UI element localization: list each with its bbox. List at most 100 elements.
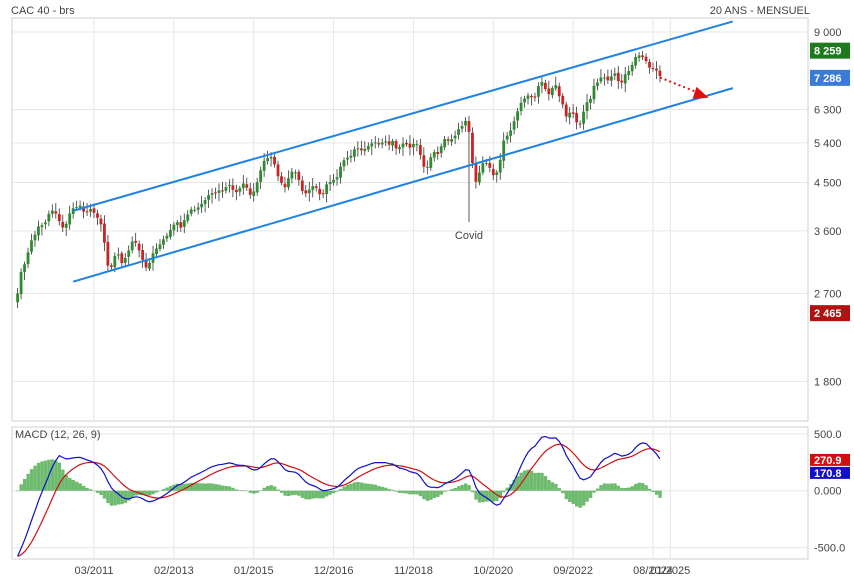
candle-body — [373, 142, 377, 144]
candle-body — [186, 214, 190, 221]
macd-histogram-bar — [651, 490, 655, 492]
macd-histogram-bar — [238, 490, 242, 491]
candle-body — [554, 85, 558, 89]
macd-histogram-bar — [484, 490, 489, 502]
candle-body — [453, 135, 457, 139]
macd-histogram-bar — [540, 472, 544, 491]
candle-body — [200, 203, 204, 208]
macd-histogram-bar — [158, 490, 162, 492]
macd-histogram-bar — [241, 490, 246, 491]
candle-body — [127, 250, 131, 257]
candle-body — [165, 235, 169, 239]
macd-histogram-bar — [307, 490, 312, 500]
macd-histogram-bar — [620, 488, 624, 491]
macd-histogram-bar — [16, 490, 20, 492]
candle-body — [620, 80, 624, 83]
candle-body — [175, 222, 179, 225]
candle-body — [335, 177, 339, 180]
candle-body — [290, 171, 294, 179]
candle-body — [648, 61, 651, 68]
macd-histogram-bar — [206, 483, 211, 491]
candle-body — [526, 95, 530, 99]
candle-body — [210, 193, 214, 195]
macd-histogram-bar — [529, 470, 534, 491]
candle-body — [422, 155, 426, 167]
macd-value-label: 270.9 — [814, 455, 842, 467]
y-tick-label: 6 300 — [814, 104, 842, 116]
macd-histogram-bar — [297, 490, 301, 496]
candle-body — [564, 104, 568, 117]
candle-body — [446, 139, 450, 141]
candle-body — [238, 188, 242, 192]
macd-histogram-bar — [321, 490, 325, 499]
candle-body — [609, 76, 613, 81]
macd-histogram-bar — [397, 490, 402, 493]
macd-histogram-bar — [467, 485, 471, 491]
candle-body — [99, 218, 103, 225]
macd-histogram-bar — [217, 484, 221, 491]
macd-histogram-bar — [436, 490, 440, 497]
candle-body — [293, 172, 297, 174]
macd-histogram-bar — [536, 472, 541, 491]
candle-body — [57, 214, 61, 222]
candle-body — [512, 121, 516, 130]
macd-histogram-bar — [213, 484, 218, 491]
candle-body — [221, 190, 224, 192]
macd-histogram-bar — [304, 490, 308, 500]
candle-body — [26, 252, 30, 265]
candle-body — [193, 209, 197, 211]
candle-body — [436, 152, 440, 155]
candle-body — [255, 182, 259, 193]
macd-histogram-bar — [255, 490, 259, 493]
candle-body — [540, 82, 544, 86]
y-tick-label: 9 000 — [814, 27, 842, 39]
macd-histogram-bar — [453, 487, 457, 491]
candle-body — [300, 180, 304, 191]
macd-histogram-bar — [474, 490, 478, 500]
candle-body — [502, 140, 506, 161]
macd-histogram-bar — [300, 490, 305, 498]
candle-body — [252, 191, 256, 196]
candle-body — [550, 88, 554, 96]
macd-histogram-bar — [634, 483, 638, 491]
x-tick-label: 10/2020 — [473, 565, 513, 577]
macd-histogram-bar — [210, 483, 214, 491]
macd-histogram-bar — [196, 483, 200, 491]
candle-body — [380, 142, 384, 145]
macd-histogram-bar — [99, 490, 103, 496]
candle-body — [596, 82, 599, 87]
macd-histogram-bar — [581, 490, 586, 506]
macd-histogram-bar — [269, 485, 273, 491]
macd-histogram-bar — [384, 487, 388, 491]
candle-body — [16, 293, 20, 303]
macd-histogram-bar — [443, 490, 447, 492]
candle-body — [408, 143, 412, 148]
candle-body — [234, 189, 238, 193]
candle-body — [356, 148, 360, 150]
macd-histogram-bar — [547, 480, 551, 491]
macd-histogram-bar — [394, 490, 398, 492]
candle-body — [582, 111, 585, 124]
candle-body — [457, 129, 460, 135]
macd-histogram-bar — [599, 485, 603, 491]
candle-body — [307, 189, 311, 194]
candle-body — [96, 213, 99, 218]
candle-body — [189, 209, 193, 214]
price-panel — [11, 17, 809, 422]
macd-histogram-bar — [439, 490, 444, 495]
macd-histogram-bar — [64, 474, 69, 491]
macd-histogram-bar — [630, 486, 634, 491]
candle-body — [231, 185, 235, 190]
macd-histogram-bar — [401, 490, 405, 494]
macd-histogram-bar — [588, 490, 593, 499]
macd-histogram-bar — [578, 490, 582, 508]
macd-histogram-bar — [36, 462, 41, 491]
macd-histogram-bar — [502, 490, 506, 493]
macd-histogram-bar — [592, 490, 596, 493]
candle-body — [637, 55, 641, 58]
candle-body — [450, 139, 454, 142]
y-tick-label: 3 600 — [814, 226, 842, 238]
candle-body — [325, 184, 329, 195]
candle-body — [370, 143, 374, 147]
candle-body — [266, 158, 270, 162]
